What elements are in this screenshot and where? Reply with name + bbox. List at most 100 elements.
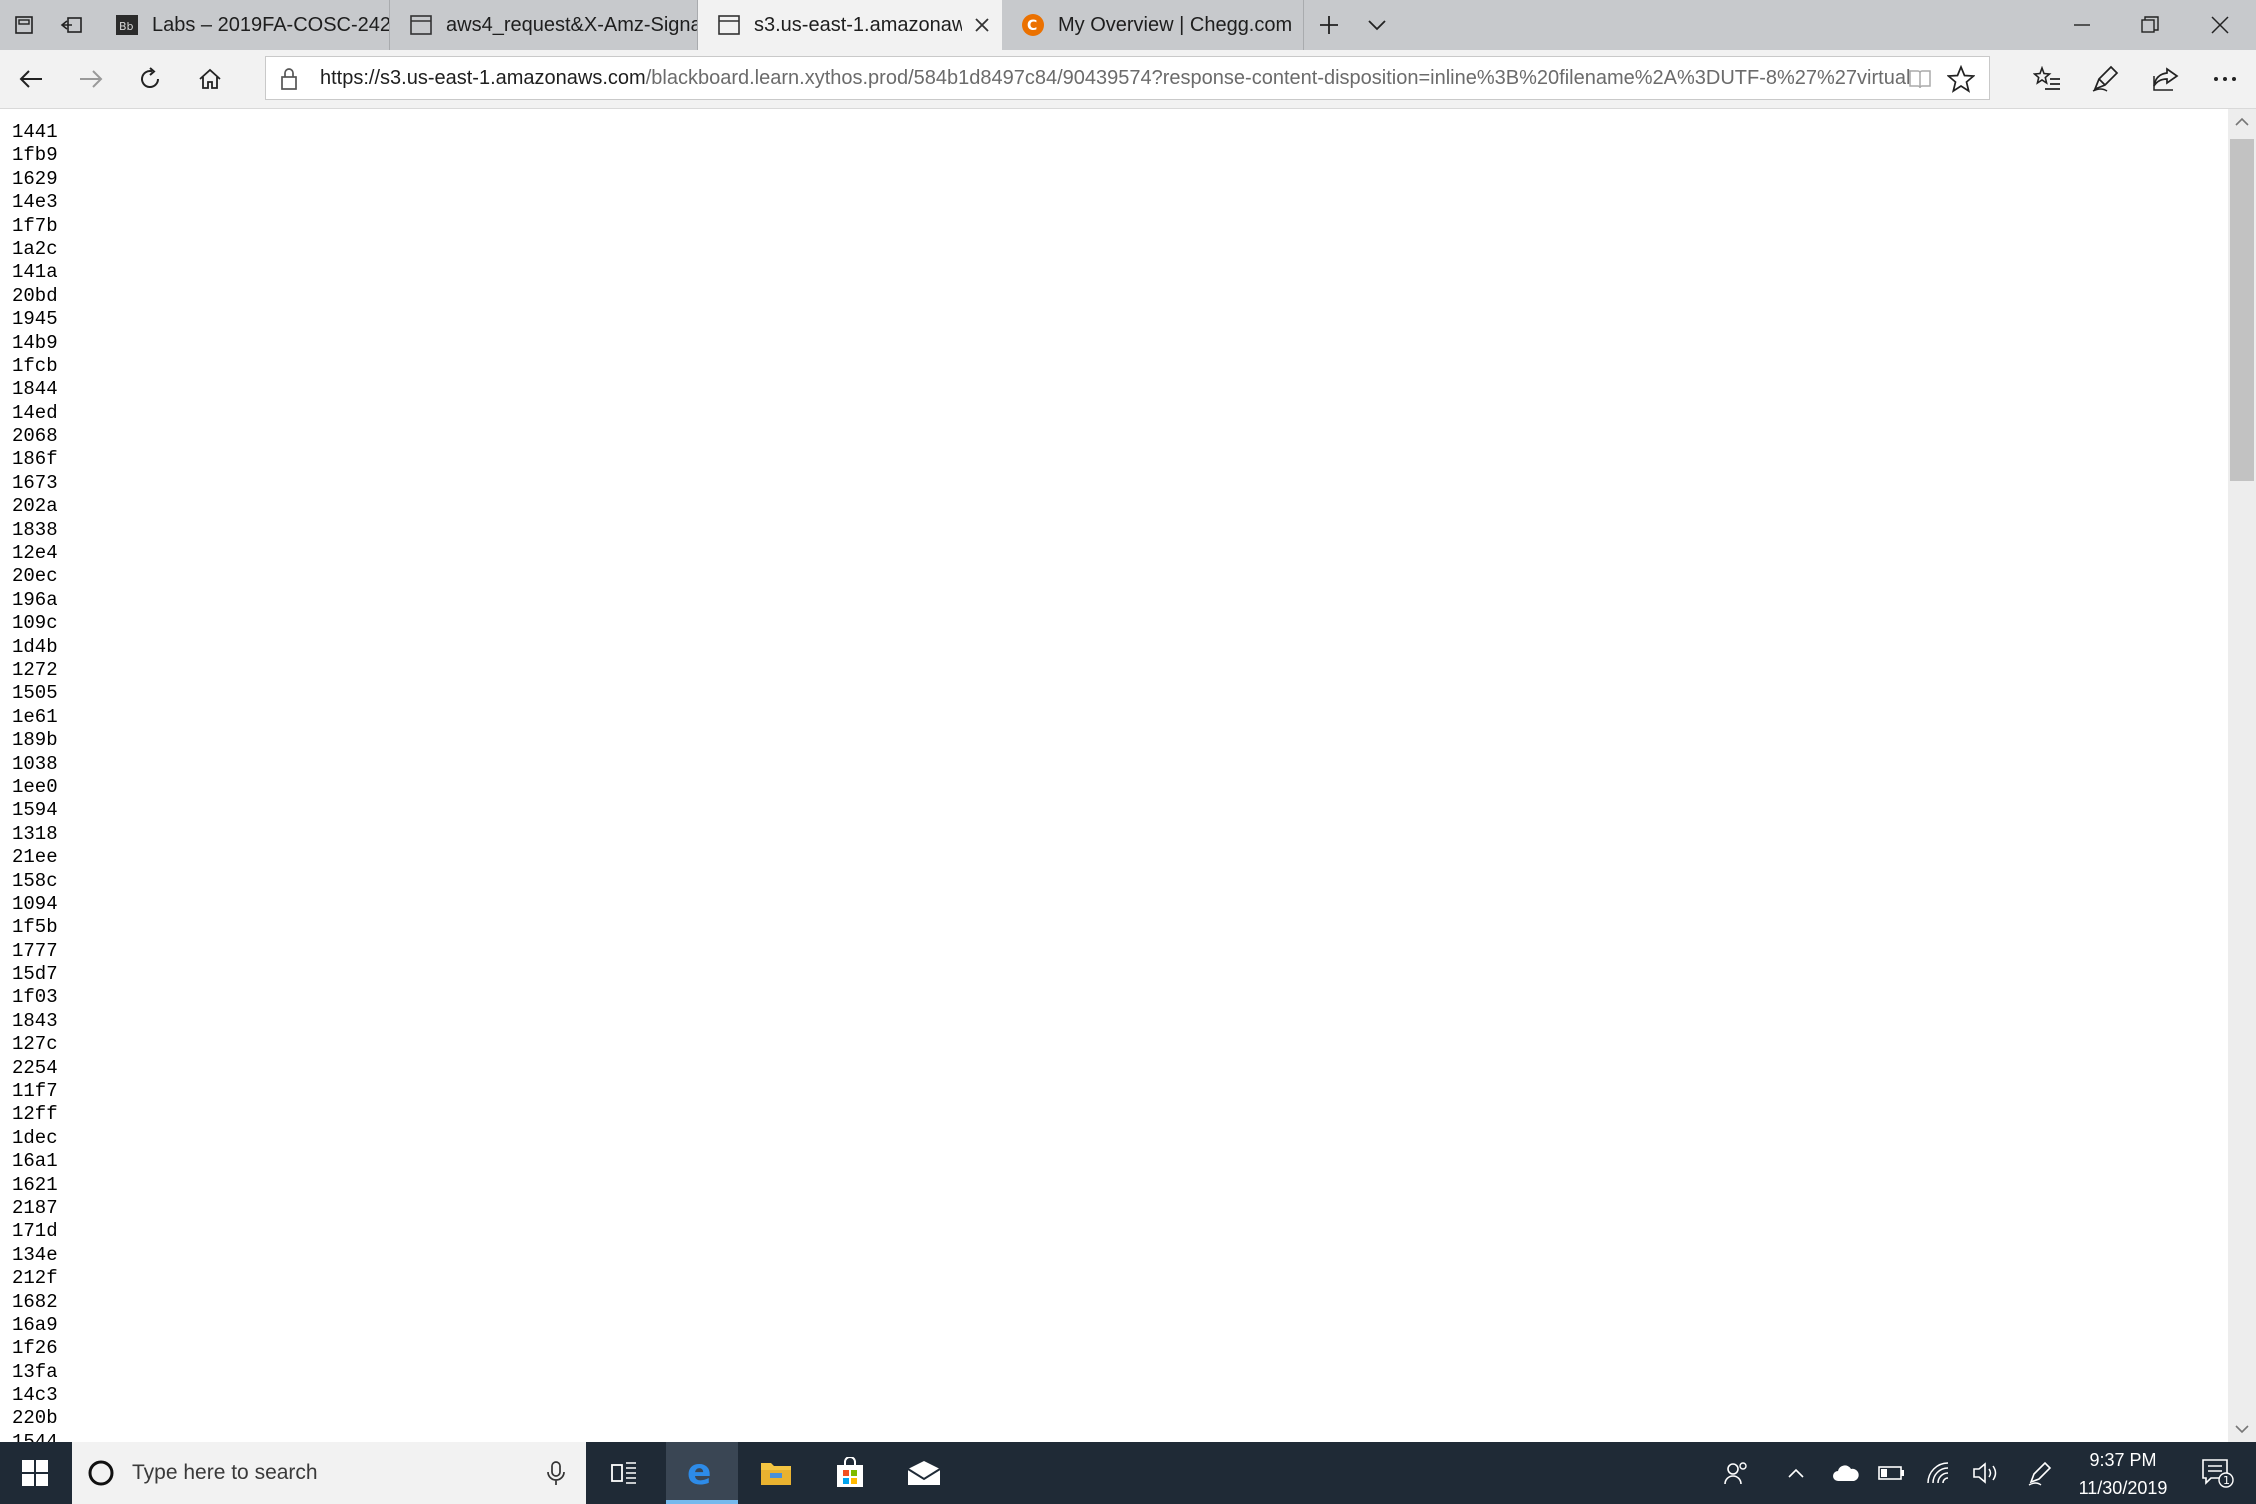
tab-labs[interactable]: Bb Labs – 2019FA-COSC-2425- (96, 0, 390, 50)
text-line: 11f7 (12, 1080, 58, 1103)
more-icon[interactable] (2196, 50, 2254, 108)
home-icon[interactable] (181, 50, 239, 108)
url-text[interactable]: https://s3.us-east-1.amazonaws.com/black… (320, 57, 1910, 99)
text-line: 12ff (12, 1103, 58, 1126)
text-line: 1441 (12, 121, 58, 143)
reading-view-icon[interactable] (1907, 66, 1933, 92)
text-line: 14e3 (12, 191, 58, 214)
text-line: 16a9 (12, 1313, 58, 1336)
text-file-lines: 1441 1fb9 1629 14e3 1f7b 1a2c 141a 20bd 1945 14b9… (12, 121, 58, 1442)
text-line: 1629 (12, 167, 58, 190)
navigation-bar: https://s3.us-east-1.amazonaws.com/black… (0, 50, 2256, 109)
text-line: 141a (12, 261, 58, 284)
scroll-down-icon[interactable] (2228, 1416, 2256, 1442)
text-line: 1038 (12, 752, 58, 775)
clock-date: 11/30/2019 (2078, 1478, 2168, 1498)
forward-icon[interactable] (62, 50, 120, 108)
text-line: 2187 (12, 1196, 58, 1219)
system-clock[interactable]: 9:37 PM 11/30/2019 (2068, 1442, 2178, 1504)
tab-title: aws4_request&X-Amz-Signa (446, 13, 697, 36)
text-line: 1f5b (12, 916, 58, 939)
text-line: 1f7b (12, 214, 58, 237)
onedrive-cloud-icon[interactable] (1826, 1442, 1866, 1504)
task-view-icon[interactable] (588, 1442, 660, 1504)
tab-s3-active[interactable]: s3.us-east-1.amazonaws (698, 0, 1002, 50)
close-tab-icon[interactable] (962, 0, 1002, 50)
back-icon[interactable] (2, 50, 60, 108)
text-line: 1318 (12, 822, 58, 845)
text-line: 14b9 (12, 331, 58, 354)
text-line: 1844 (12, 378, 58, 401)
text-line: 1945 (12, 308, 58, 331)
chegg-icon: C (1022, 14, 1044, 36)
pen-icon[interactable] (2076, 50, 2134, 108)
tab-aws-request[interactable]: aws4_request&X-Amz-Signa (390, 0, 698, 50)
microphone-icon[interactable] (542, 1459, 570, 1487)
text-line: 12e4 (12, 542, 58, 565)
favorites-list-icon[interactable] (2018, 50, 2076, 108)
text-line: 1f03 (12, 986, 58, 1009)
address-bar[interactable]: https://s3.us-east-1.amazonaws.com/black… (265, 56, 1990, 100)
microsoft-store-icon[interactable] (814, 1442, 886, 1504)
text-line: 134e (12, 1243, 58, 1266)
text-line: 1fcb (12, 354, 58, 377)
restore-icon[interactable] (2116, 0, 2184, 50)
vertical-scrollbar[interactable] (2228, 109, 2256, 1442)
text-line: 13fa (12, 1360, 58, 1383)
refresh-icon[interactable] (121, 50, 179, 108)
text-line: 1a2c (12, 237, 58, 260)
minimize-icon[interactable] (2048, 0, 2116, 50)
volume-icon[interactable] (1966, 1442, 2006, 1504)
search-placeholder: Type here to search (132, 1461, 318, 1484)
text-line: 1094 (12, 892, 58, 915)
text-line: 1e61 (12, 705, 58, 728)
windows-ink-pen-icon[interactable] (2020, 1442, 2060, 1504)
url-host: https://s3.us-east-1.amazonaws.com (320, 67, 646, 89)
share-icon[interactable] (2136, 50, 2194, 108)
file-explorer-icon[interactable] (740, 1442, 812, 1504)
close-window-icon[interactable] (2184, 0, 2256, 50)
action-center-icon[interactable]: 1 (2186, 1442, 2250, 1504)
text-line: 15d7 (12, 963, 58, 986)
set-aside-tabs-icon[interactable] (48, 0, 96, 50)
text-line: 14c3 (12, 1384, 58, 1407)
favorite-star-icon[interactable] (1946, 64, 1976, 93)
tab-sets-aside-icon[interactable] (0, 0, 48, 50)
windows-taskbar: Type here to search e 9:37 PM 11/30/2019… (0, 1442, 2256, 1504)
text-line: 189b (12, 729, 58, 752)
text-line: 1505 (12, 682, 58, 705)
battery-icon[interactable] (1872, 1442, 1912, 1504)
taskbar-search-box[interactable]: Type here to search (72, 1442, 586, 1504)
edge-browser-icon[interactable]: e (666, 1442, 738, 1504)
cortana-icon (88, 1460, 114, 1486)
text-line: 196a (12, 588, 58, 611)
tab-bar: Bb Labs – 2019FA-COSC-2425- aws4_request… (0, 0, 2256, 50)
scrollbar-thumb[interactable] (2230, 139, 2254, 481)
text-line: 212f (12, 1267, 58, 1290)
text-line: 14ed (12, 401, 58, 424)
tab-dropdown-icon[interactable] (1354, 0, 1400, 50)
text-line: 1682 (12, 1290, 58, 1313)
tab-chegg[interactable]: C My Overview | Chegg.com (1002, 0, 1304, 50)
lock-icon[interactable] (276, 66, 302, 92)
text-line: 1621 (12, 1173, 58, 1196)
text-line: 109c (12, 612, 58, 635)
text-line: 1dec (12, 1126, 58, 1149)
notification-count: 1 (2223, 1474, 2230, 1487)
scroll-up-icon[interactable] (2228, 109, 2256, 135)
show-hidden-icons-chevron-icon[interactable] (1778, 1442, 1814, 1504)
text-line: 1838 (12, 518, 58, 541)
text-line: 220b (12, 1407, 58, 1430)
text-line: 186f (12, 448, 58, 471)
url-path: /blackboard.learn.xythos.prod/584b1d8497… (645, 67, 1910, 89)
svg-text:C: C (1027, 18, 1037, 34)
windows-start-icon[interactable] (0, 1442, 70, 1504)
mail-icon[interactable] (888, 1442, 960, 1504)
text-line: 127c (12, 1033, 58, 1056)
page-icon (410, 14, 432, 36)
text-line: 2254 (12, 1056, 58, 1079)
new-tab-icon[interactable] (1306, 0, 1352, 50)
wifi-icon[interactable] (1920, 1442, 1960, 1504)
text-line: 21ee (12, 846, 58, 869)
people-icon[interactable] (1716, 1442, 1756, 1504)
